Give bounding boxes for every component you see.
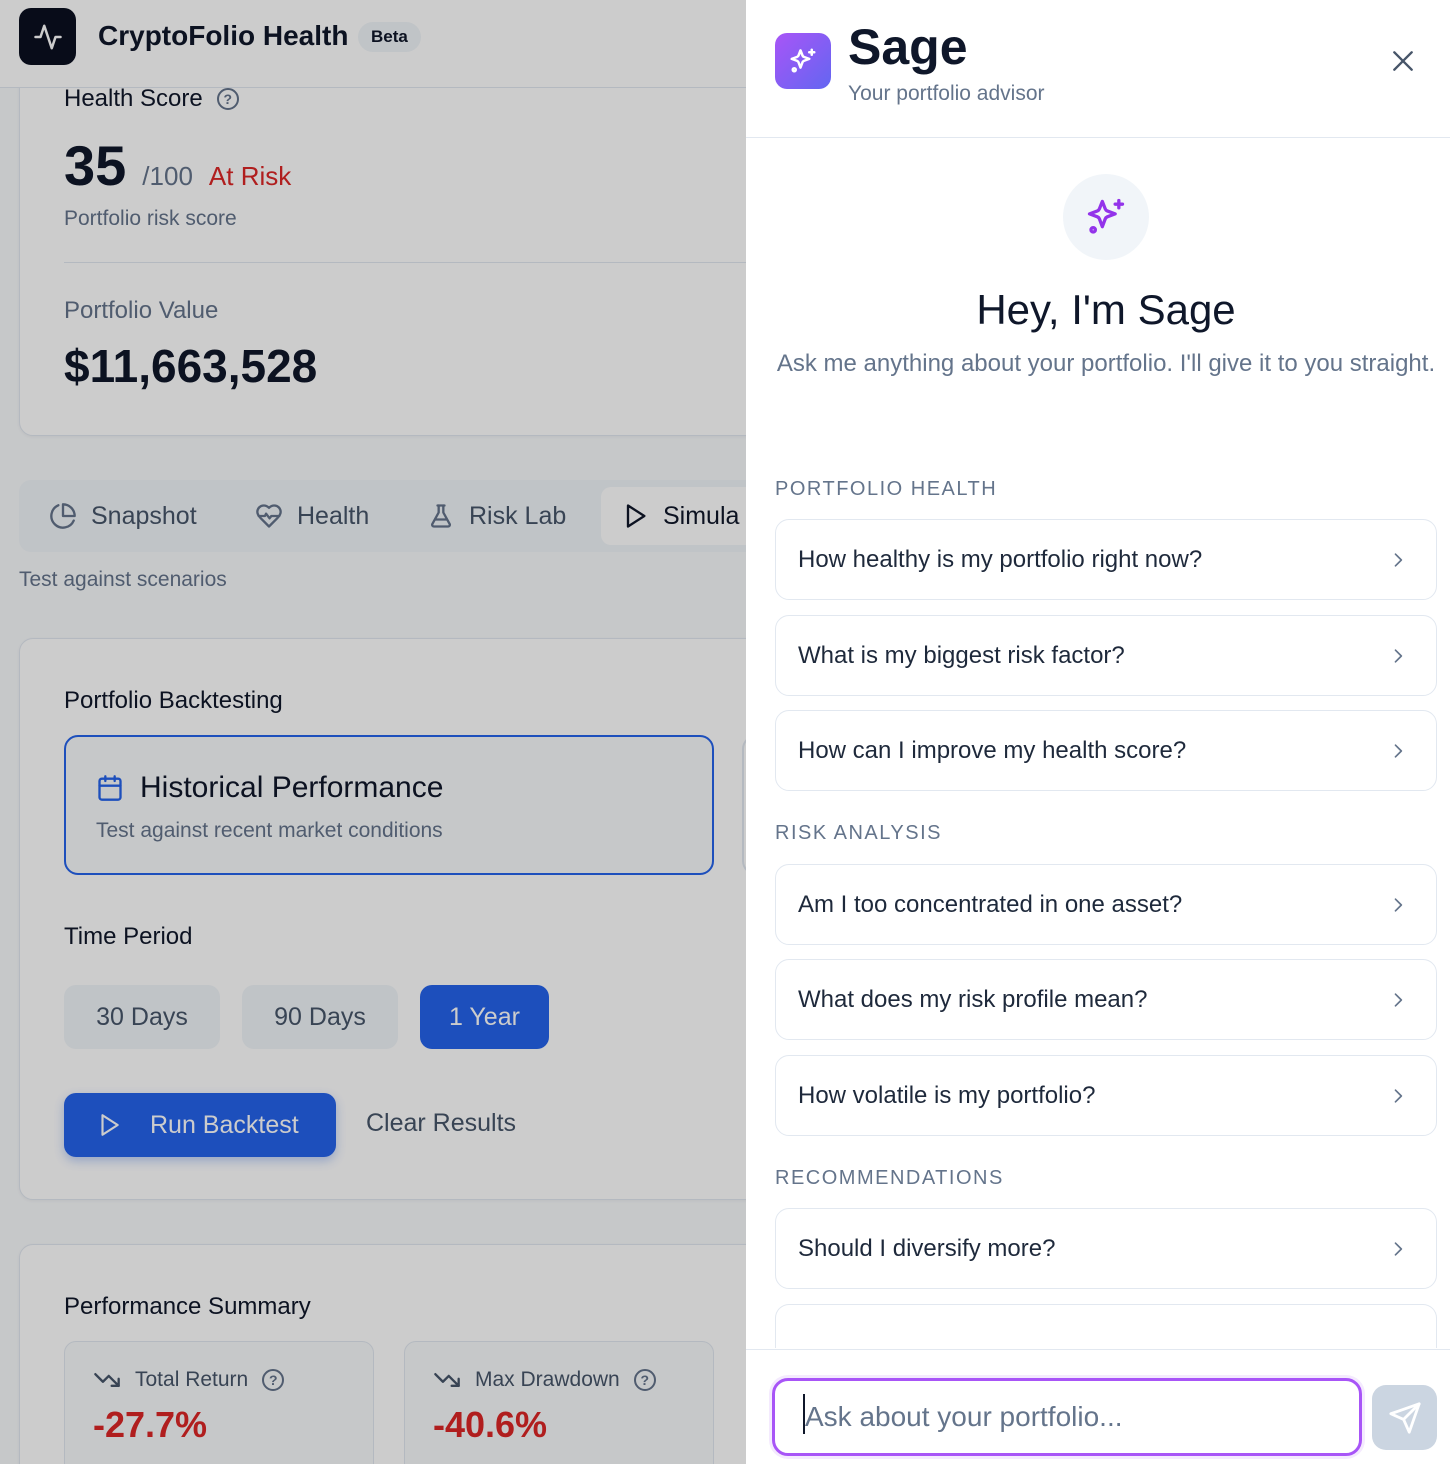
- suggestion-question[interactable]: What is my biggest risk factor?: [775, 615, 1437, 696]
- suggestion-question[interactable]: How can I improve my health score?: [775, 710, 1437, 791]
- sparkles-icon: [790, 48, 816, 73]
- chevron-right-icon: [1394, 993, 1403, 1007]
- section-label-portfolio-health: PORTFOLIO HEALTH: [775, 478, 998, 500]
- sage-panel: Sage Your portfolio advisor Hey, I'm Sag…: [746, 0, 1450, 1464]
- sage-hero-icon: [1063, 174, 1149, 260]
- sage-title: Sage: [848, 19, 968, 75]
- chevron-right-icon: [1394, 1089, 1403, 1103]
- chat-input[interactable]: [772, 1378, 1362, 1456]
- send-button[interactable]: [1372, 1385, 1437, 1450]
- text-cursor: [803, 1394, 805, 1434]
- sage-greeting: Hey, I'm Sage: [976, 286, 1236, 333]
- close-icon: [1393, 51, 1413, 71]
- chevron-right-icon: [1394, 898, 1403, 912]
- chevron-right-icon: [1394, 649, 1403, 663]
- suggestion-text: What is my biggest risk factor?: [798, 641, 1125, 669]
- close-button[interactable]: [1388, 46, 1418, 76]
- suggestion-question[interactable]: How volatile is my portfolio?: [775, 1055, 1437, 1136]
- section-label-risk-analysis: RISK ANALYSIS: [775, 822, 942, 844]
- suggestion-question[interactable]: Should I diversify more?: [775, 1208, 1437, 1289]
- send-icon: [1388, 1401, 1421, 1434]
- chat-footer: [746, 1349, 1450, 1464]
- chevron-right-icon: [1394, 744, 1403, 758]
- suggestion-text: How volatile is my portfolio?: [798, 1081, 1096, 1109]
- suggestion-text: What does my risk profile mean?: [798, 985, 1148, 1013]
- suggestion-text: How healthy is my portfolio right now?: [798, 545, 1203, 573]
- suggestion-text: How can I improve my health score?: [798, 736, 1187, 764]
- sage-header: Sage Your portfolio advisor: [746, 0, 1450, 138]
- suggestion-text: Should I diversify more?: [798, 1234, 1056, 1262]
- sage-subtitle: Your portfolio advisor: [848, 82, 1045, 105]
- sage-intro: Ask me anything about your portfolio. I'…: [776, 350, 1436, 377]
- suggestion-question[interactable]: How healthy is my portfolio right now?: [775, 519, 1437, 600]
- suggestion-text: Am I too concentrated in one asset?: [798, 890, 1183, 918]
- suggestion-question[interactable]: Am I too concentrated in one asset?: [775, 864, 1437, 945]
- sage-avatar: [775, 33, 831, 89]
- section-label-recommendations: RECOMMENDATIONS: [775, 1167, 1004, 1189]
- chevron-right-icon: [1394, 1242, 1403, 1256]
- suggestion-question[interactable]: What does my risk profile mean?: [775, 959, 1437, 1040]
- suggestion-question-partial[interactable]: [775, 1304, 1437, 1348]
- sparkles-icon: [1087, 198, 1125, 234]
- chevron-right-icon: [1394, 553, 1403, 567]
